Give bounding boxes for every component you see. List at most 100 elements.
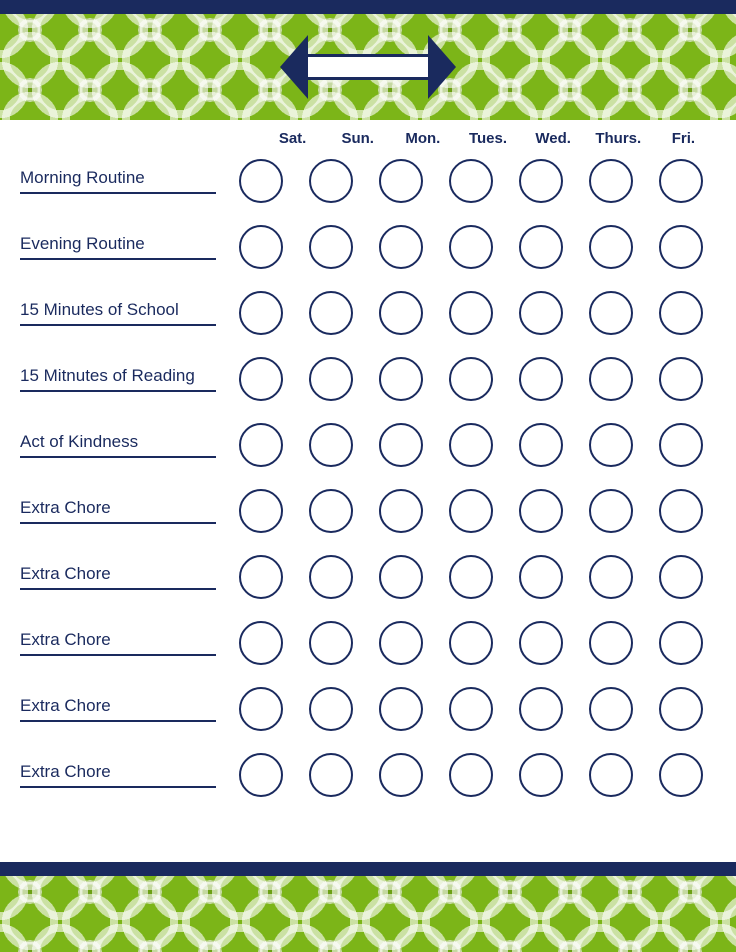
checkbox-circle[interactable]: [449, 753, 493, 797]
checkbox-circle[interactable]: [379, 291, 423, 335]
checkbox-circle[interactable]: [379, 555, 423, 599]
circle-cell: [646, 159, 716, 203]
checkbox-circle[interactable]: [239, 687, 283, 731]
circle-cell: [366, 357, 436, 401]
task-underline: [20, 192, 216, 194]
checkbox-circle[interactable]: [379, 159, 423, 203]
task-label-area: Morning Routine: [20, 168, 226, 194]
circle-cell: [296, 291, 366, 335]
checkbox-circle[interactable]: [449, 357, 493, 401]
checkbox-circle[interactable]: [449, 687, 493, 731]
checkbox-circle[interactable]: [659, 753, 703, 797]
checkbox-circle[interactable]: [519, 687, 563, 731]
checkbox-circle[interactable]: [449, 555, 493, 599]
checkbox-circle[interactable]: [519, 225, 563, 269]
checkbox-circle[interactable]: [239, 225, 283, 269]
circle-cell: [226, 357, 296, 401]
checkbox-circle[interactable]: [309, 159, 353, 203]
header-area: [0, 14, 736, 120]
circle-cell: [296, 621, 366, 665]
checkbox-circle[interactable]: [659, 555, 703, 599]
checkbox-circle[interactable]: [659, 621, 703, 665]
day-header-label: Tues.: [455, 130, 520, 147]
checkbox-circle[interactable]: [379, 687, 423, 731]
banner-body: [305, 54, 431, 80]
checkbox-circle[interactable]: [379, 489, 423, 533]
checkbox-circle[interactable]: [659, 687, 703, 731]
task-label: Extra Chore: [20, 630, 216, 654]
checkbox-circle[interactable]: [449, 159, 493, 203]
checkbox-circle[interactable]: [239, 489, 283, 533]
checkbox-circle[interactable]: [309, 687, 353, 731]
checkbox-circle[interactable]: [659, 225, 703, 269]
checkbox-circle[interactable]: [659, 159, 703, 203]
circle-cell: [366, 753, 436, 797]
checkbox-circle[interactable]: [239, 555, 283, 599]
checkbox-circle[interactable]: [519, 291, 563, 335]
checkbox-circle[interactable]: [449, 291, 493, 335]
checkbox-circle[interactable]: [659, 423, 703, 467]
checkbox-circle[interactable]: [379, 357, 423, 401]
checkbox-circle[interactable]: [239, 357, 283, 401]
circle-cell: [506, 687, 576, 731]
circle-cell: [296, 687, 366, 731]
checkbox-circle[interactable]: [589, 555, 633, 599]
task-underline: [20, 522, 216, 524]
checkbox-circle[interactable]: [309, 423, 353, 467]
checkbox-circle[interactable]: [519, 357, 563, 401]
checkbox-circle[interactable]: [519, 555, 563, 599]
checkbox-circle[interactable]: [589, 621, 633, 665]
circle-cell: [436, 555, 506, 599]
checkbox-circle[interactable]: [449, 489, 493, 533]
checkbox-circle[interactable]: [589, 687, 633, 731]
checkbox-circle[interactable]: [659, 291, 703, 335]
checkbox-circle[interactable]: [519, 489, 563, 533]
checkbox-circle[interactable]: [519, 423, 563, 467]
checkbox-circle[interactable]: [239, 621, 283, 665]
checkbox-circle[interactable]: [519, 621, 563, 665]
checkbox-circle[interactable]: [659, 357, 703, 401]
circle-cell: [226, 687, 296, 731]
checkbox-circle[interactable]: [309, 291, 353, 335]
task-row: Extra Chore: [20, 677, 716, 741]
task-underline: [20, 390, 216, 392]
checkbox-circle[interactable]: [379, 753, 423, 797]
circle-cell: [506, 621, 576, 665]
checkbox-circle[interactable]: [589, 753, 633, 797]
checkbox-circle[interactable]: [309, 555, 353, 599]
checkbox-circle[interactable]: [309, 489, 353, 533]
checkbox-circle[interactable]: [589, 423, 633, 467]
checkbox-circle[interactable]: [589, 291, 633, 335]
checkbox-circle[interactable]: [239, 291, 283, 335]
checkbox-circle[interactable]: [659, 489, 703, 533]
circle-cell: [436, 621, 506, 665]
checkbox-circle[interactable]: [519, 753, 563, 797]
checkbox-circle[interactable]: [309, 357, 353, 401]
checkbox-circle[interactable]: [239, 159, 283, 203]
checkbox-circle[interactable]: [379, 423, 423, 467]
task-label: Extra Chore: [20, 564, 216, 588]
checkbox-circle[interactable]: [309, 225, 353, 269]
checkbox-circle[interactable]: [239, 423, 283, 467]
checkbox-circle[interactable]: [449, 423, 493, 467]
checkbox-circle[interactable]: [519, 159, 563, 203]
circle-cell: [366, 291, 436, 335]
checkbox-circle[interactable]: [589, 357, 633, 401]
circle-cell: [576, 555, 646, 599]
circles-row: [226, 753, 716, 797]
task-underline: [20, 654, 216, 656]
circles-row: [226, 687, 716, 731]
checkbox-circle[interactable]: [589, 489, 633, 533]
checkbox-circle[interactable]: [589, 225, 633, 269]
checkbox-circle[interactable]: [309, 753, 353, 797]
checkbox-circle[interactable]: [239, 753, 283, 797]
checkbox-circle[interactable]: [379, 621, 423, 665]
circle-cell: [226, 489, 296, 533]
circle-cell: [576, 489, 646, 533]
checkbox-circle[interactable]: [379, 225, 423, 269]
circles-row: [226, 621, 716, 665]
checkbox-circle[interactable]: [449, 621, 493, 665]
checkbox-circle[interactable]: [449, 225, 493, 269]
checkbox-circle[interactable]: [309, 621, 353, 665]
checkbox-circle[interactable]: [589, 159, 633, 203]
